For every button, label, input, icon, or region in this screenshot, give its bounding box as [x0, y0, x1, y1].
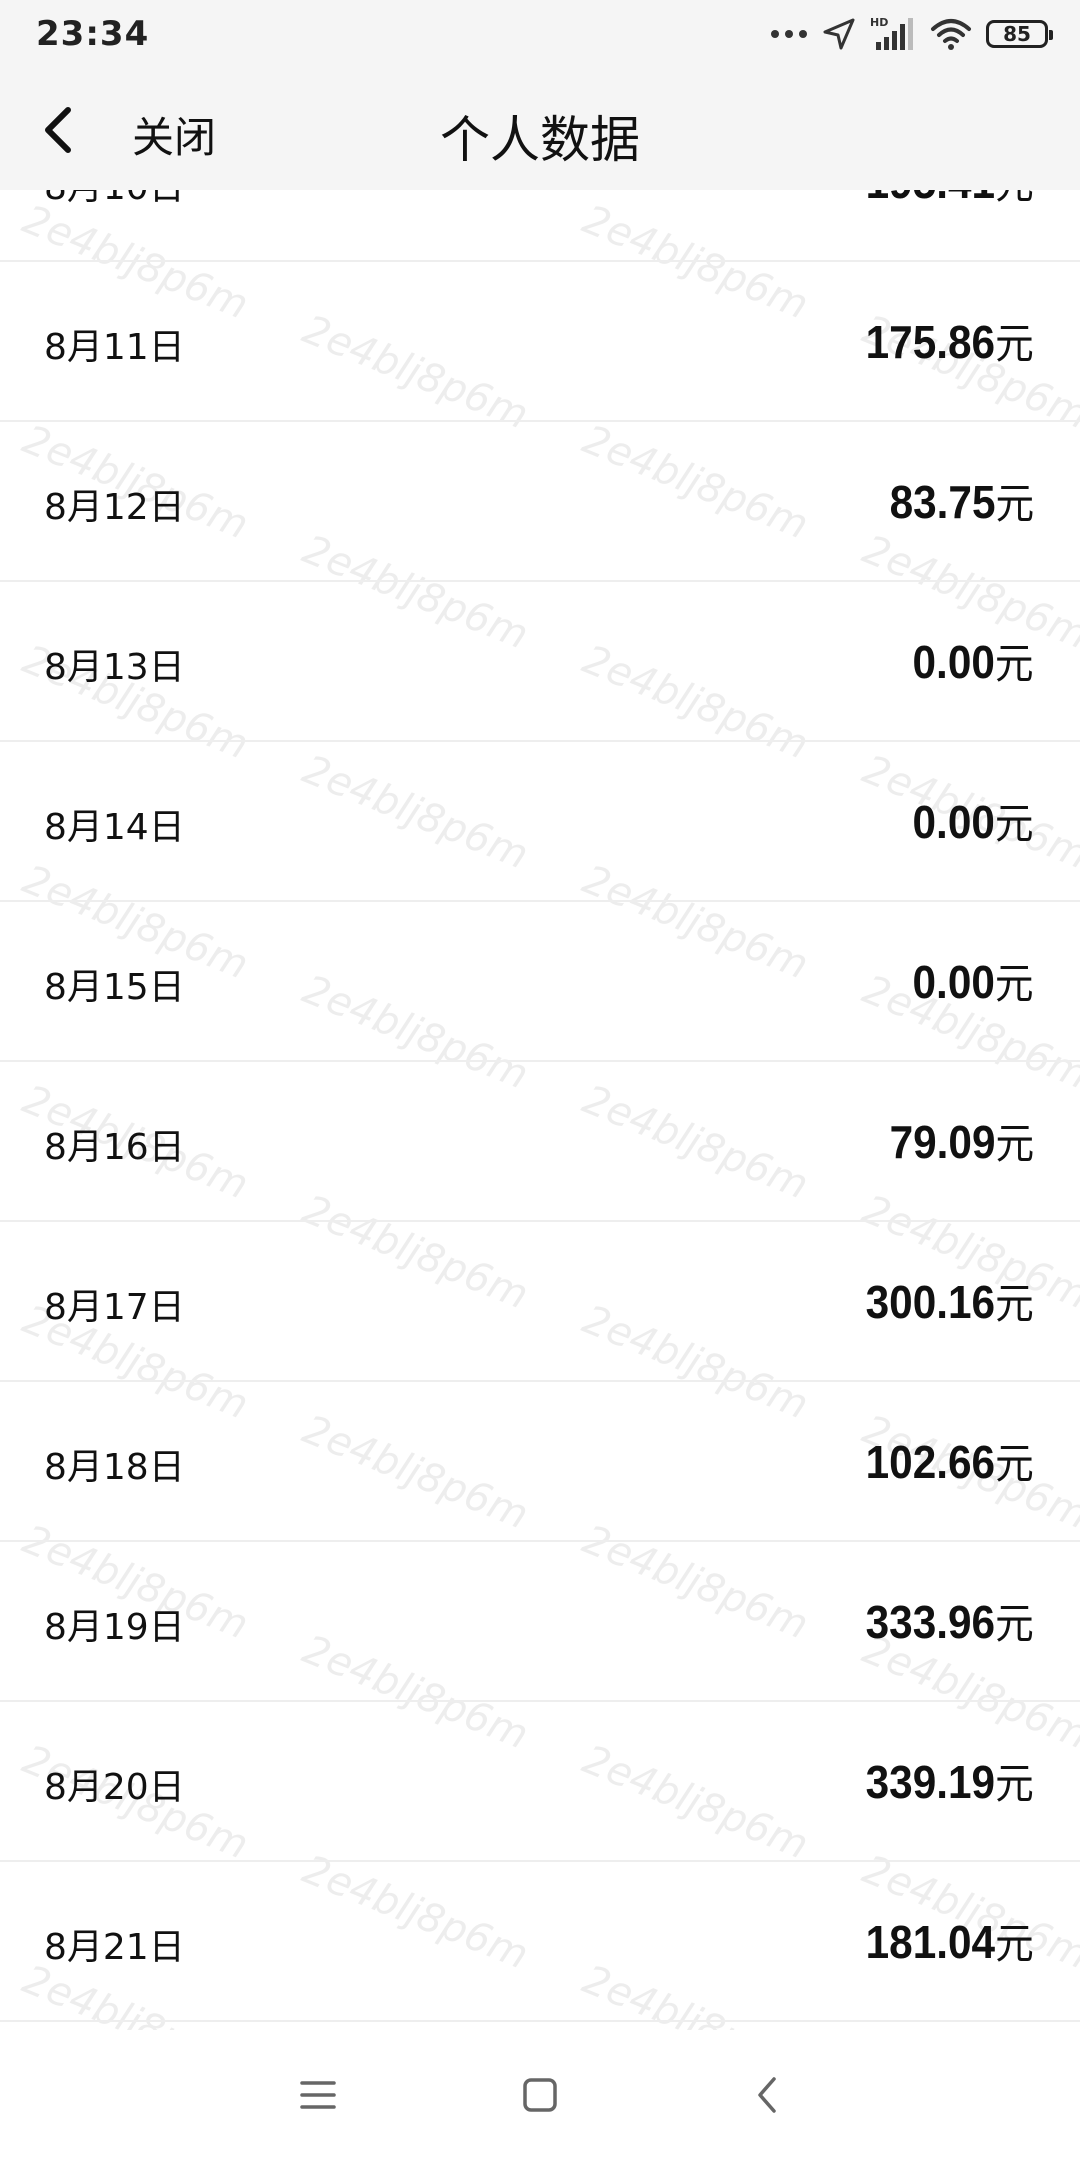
row-date: 8月19日	[44, 1607, 185, 1648]
list-item: 8月19日 333.96元	[0, 1542, 1080, 1702]
row-amount: 83.75元	[889, 470, 1034, 531]
amount-unit: 元	[995, 1119, 1034, 1168]
list-item: 8月11日 175.86元	[0, 262, 1080, 422]
amount-unit: 元	[995, 959, 1034, 1008]
nav-bar: 关闭 个人数据	[0, 70, 1080, 190]
amount-value: 0.00	[912, 796, 996, 848]
battery-icon: 85	[986, 20, 1053, 48]
row-amount: 175.86元	[866, 310, 1034, 371]
screen: 23:34 HD 85 关闭 个人数据 2e4blj8p6m 2e4blj8p6…	[0, 0, 1080, 2160]
row-date: 8月16日	[44, 1127, 185, 1168]
status-bar: 23:34 HD 85	[0, 0, 1080, 70]
home-square-icon[interactable]	[510, 2065, 570, 2125]
row-date: 8月10日	[44, 190, 185, 210]
amount-unit: 元	[995, 479, 1034, 528]
hd-label: HD	[870, 16, 888, 29]
amount-value: 79.09	[889, 1116, 996, 1168]
amount-value: 0.00	[912, 956, 996, 1008]
row-amount: 339.19元	[866, 1750, 1034, 1811]
list-item: 8月15日 0.00元	[0, 902, 1080, 1062]
row-amount: 0.00元	[913, 790, 1034, 851]
amount-unit: 元	[995, 1919, 1034, 1968]
list-item: 8月12日 83.75元	[0, 422, 1080, 582]
list-item: 8月17日 300.16元	[0, 1222, 1080, 1382]
wifi-icon	[931, 19, 971, 50]
amount-unit: 元	[995, 1279, 1034, 1328]
more-dots-icon	[771, 30, 807, 38]
row-date: 8月13日	[44, 647, 185, 688]
list-item: 8月14日 0.00元	[0, 742, 1080, 902]
list-item: 8月16日 79.09元	[0, 1062, 1080, 1222]
row-date: 8月12日	[44, 487, 185, 528]
amount-unit: 元	[995, 1439, 1034, 1488]
row-date: 8月21日	[44, 1927, 185, 1968]
row-amount: 300.16元	[866, 1270, 1034, 1331]
amount-value: 181.04	[865, 1916, 996, 1968]
list-item: 8月10日 195.41元	[0, 190, 1080, 262]
amount-value: 333.96	[865, 1596, 996, 1648]
system-nav-bar	[0, 2030, 1080, 2160]
amount-value: 300.16	[865, 1276, 996, 1328]
amount-unit: 元	[995, 1759, 1034, 1808]
row-amount: 333.96元	[866, 1590, 1034, 1651]
amount-unit: 元	[995, 1599, 1034, 1648]
amount-unit: 元	[995, 799, 1034, 848]
row-date: 8月20日	[44, 1767, 185, 1808]
data-list-viewport[interactable]: 2e4blj8p6m 2e4blj8p6m 2e4blj8p6m 2e4blj8p6m…	[0, 190, 1080, 2030]
list-item: 8月18日 102.66元	[0, 1382, 1080, 1542]
menu-icon[interactable]	[288, 2065, 348, 2125]
page-title: 个人数据	[440, 111, 640, 169]
status-time: 23:34	[36, 14, 150, 54]
amount-unit: 元	[995, 190, 1034, 208]
row-amount: 181.04元	[866, 1910, 1034, 1971]
list-item: 8月20日 339.19元	[0, 1702, 1080, 1862]
row-amount: 102.66元	[866, 1430, 1034, 1491]
amount-unit: 元	[995, 319, 1034, 368]
amount-value: 175.86	[865, 316, 996, 368]
list-item: 8月21日 181.04元	[0, 1862, 1080, 2022]
amount-value: 195.41	[866, 190, 995, 208]
status-icons: HD 85	[770, 14, 1053, 54]
battery-level: 85	[1003, 22, 1031, 46]
row-amount: 79.09元	[889, 1110, 1034, 1171]
row-amount: 195.41元	[866, 190, 1034, 211]
row-date: 8月15日	[44, 967, 185, 1008]
row-date: 8月14日	[44, 807, 185, 848]
amount-value: 339.19	[865, 1756, 996, 1808]
hd-signal-icon: HD	[870, 16, 913, 50]
row-date: 8月18日	[44, 1447, 185, 1488]
amount-value: 0.00	[912, 636, 996, 688]
row-amount: 0.00元	[913, 950, 1034, 1011]
row-date: 8月11日	[44, 327, 185, 368]
row-amount: 0.00元	[913, 630, 1034, 691]
list-item: 8月13日 0.00元	[0, 582, 1080, 742]
amount-value: 102.66	[865, 1436, 996, 1488]
row-date: 8月17日	[44, 1287, 185, 1328]
back-triangle-icon[interactable]	[738, 2065, 798, 2125]
location-arrow-icon	[823, 18, 855, 50]
amount-unit: 元	[995, 639, 1034, 688]
data-list: 8月10日195.41元8月11日175.86元8月12日83.75元8月13日…	[0, 190, 1080, 2022]
amount-value: 83.75	[889, 476, 996, 528]
